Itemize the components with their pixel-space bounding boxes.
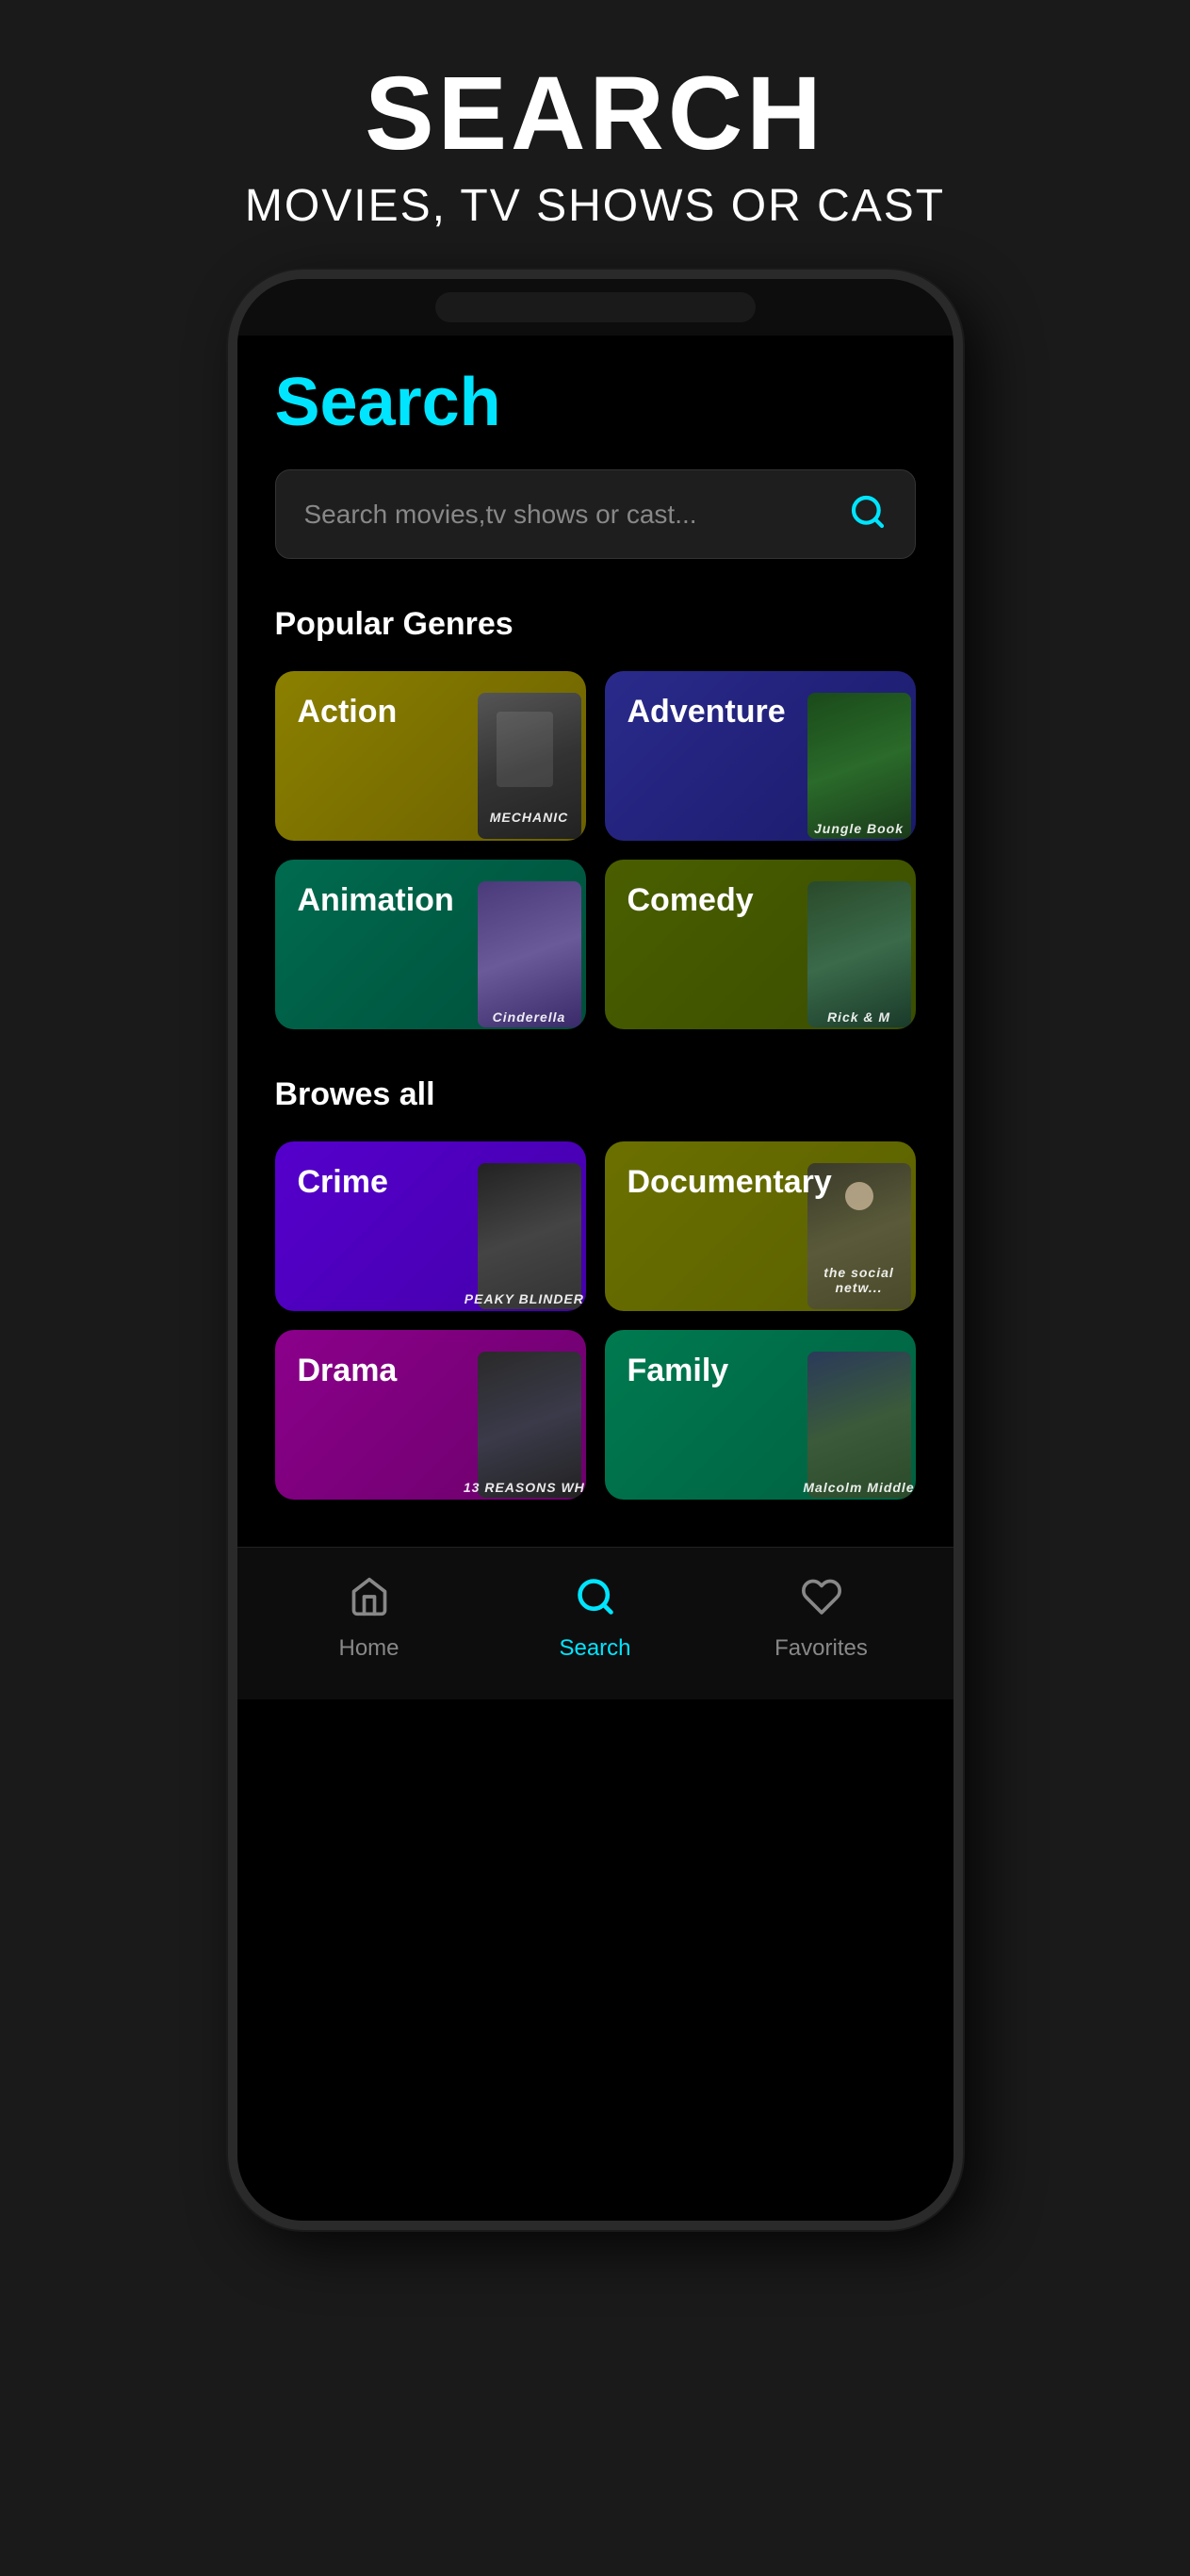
poster-ricknmorty: Rick & M bbox=[807, 881, 911, 1027]
genre-label-crime: Crime bbox=[298, 1164, 388, 1201]
genre-label-drama: Drama bbox=[298, 1353, 398, 1389]
genre-image-action: MECHANIC bbox=[464, 681, 586, 841]
promo-title: SEARCH bbox=[38, 57, 1152, 171]
browse-all-grid: Crime PEAKY BLINDERS Documentary the s bbox=[275, 1141, 916, 1500]
poster-drama: 13 REASONS WHY bbox=[478, 1352, 581, 1498]
search-input[interactable]: Search movies,tv shows or cast... bbox=[304, 500, 849, 530]
nav-label-home: Home bbox=[338, 1635, 399, 1662]
poster-peaky: PEAKY BLINDERS bbox=[478, 1163, 581, 1309]
nav-item-search[interactable]: Search bbox=[482, 1576, 709, 1662]
poster-mechanic: MECHANIC bbox=[478, 693, 581, 839]
genre-label-comedy: Comedy bbox=[628, 882, 754, 919]
genre-card-adventure[interactable]: Adventure Jungle Book bbox=[605, 671, 916, 841]
phone-screen: Search Search movies,tv shows or cast...… bbox=[237, 336, 954, 2221]
notch-bar bbox=[435, 292, 756, 322]
search-icon bbox=[849, 493, 887, 535]
phone-frame: Search Search movies,tv shows or cast...… bbox=[228, 270, 963, 2230]
home-icon bbox=[349, 1576, 390, 1628]
phone-wrapper: Search Search movies,tv shows or cast...… bbox=[228, 270, 963, 2576]
poster-cinderella: Cinderella bbox=[478, 881, 581, 1027]
poster-family-text: Malcolm Middle bbox=[793, 1480, 916, 1495]
search-bar[interactable]: Search movies,tv shows or cast... bbox=[275, 469, 916, 559]
genre-card-documentary[interactable]: Documentary the social netw... bbox=[605, 1141, 916, 1311]
genre-card-action[interactable]: Action MECHANIC bbox=[275, 671, 586, 841]
genre-label-action: Action bbox=[298, 694, 398, 730]
bottom-nav: Home Search bbox=[237, 1547, 954, 1699]
favorites-icon bbox=[801, 1576, 842, 1628]
poster-cinderella-text: Cinderella bbox=[464, 1009, 586, 1025]
poster-mechanic-text: MECHANIC bbox=[478, 810, 581, 825]
poster-peaky-text: PEAKY BLINDERS bbox=[464, 1291, 586, 1306]
genre-card-crime[interactable]: Crime PEAKY BLINDERS bbox=[275, 1141, 586, 1311]
poster-social-text: the social netw... bbox=[807, 1265, 911, 1295]
genre-card-family[interactable]: Family Malcolm Middle bbox=[605, 1330, 916, 1500]
poster-ricknmorty-text: Rick & M bbox=[793, 1009, 916, 1025]
page-title: Search bbox=[275, 364, 916, 441]
poster-drama-text: 13 REASONS WHY bbox=[464, 1480, 586, 1495]
phone-notch bbox=[237, 279, 954, 336]
nav-label-search: Search bbox=[559, 1635, 630, 1662]
genre-label-adventure: Adventure bbox=[628, 694, 786, 730]
volume-up-button bbox=[228, 468, 232, 524]
promo-header: SEARCH MOVIES, TV SHOWS OR CAST bbox=[0, 0, 1190, 270]
poster-family: Malcolm Middle bbox=[807, 1352, 911, 1498]
nav-item-home[interactable]: Home bbox=[256, 1576, 482, 1662]
phone-side-left bbox=[228, 468, 232, 609]
screen-content: Search Search movies,tv shows or cast...… bbox=[237, 336, 954, 1500]
genre-image-animation: Cinderella bbox=[464, 869, 586, 1029]
volume-down-button bbox=[228, 552, 232, 609]
genre-image-adventure: Jungle Book bbox=[793, 681, 916, 841]
promo-subtitle: MOVIES, TV SHOWS OR CAST bbox=[38, 180, 1152, 232]
popular-genres-grid: Action MECHANIC Adventure Jungle Book bbox=[275, 671, 916, 1029]
poster-jungle: Jungle Book bbox=[807, 693, 911, 839]
genre-label-animation: Animation bbox=[298, 882, 454, 919]
genre-image-crime: PEAKY BLINDERS bbox=[464, 1151, 586, 1311]
power-button bbox=[959, 515, 963, 609]
phone-side-right bbox=[959, 515, 963, 609]
search-nav-icon bbox=[575, 1576, 616, 1628]
browse-all-title: Browes all bbox=[275, 1076, 916, 1113]
nav-item-favorites[interactable]: Favorites bbox=[709, 1576, 935, 1662]
genre-card-drama[interactable]: Drama 13 REASONS WHY bbox=[275, 1330, 586, 1500]
genre-card-animation[interactable]: Animation Cinderella bbox=[275, 860, 586, 1029]
poster-jungle-text: Jungle Book bbox=[793, 821, 916, 836]
popular-genres-title: Popular Genres bbox=[275, 606, 916, 643]
genre-label-documentary: Documentary bbox=[628, 1164, 832, 1201]
genre-card-comedy[interactable]: Comedy Rick & M bbox=[605, 860, 916, 1029]
genre-image-comedy: Rick & M bbox=[793, 869, 916, 1029]
nav-label-favorites: Favorites bbox=[774, 1635, 868, 1662]
genre-label-family: Family bbox=[628, 1353, 729, 1389]
genre-image-family: Malcolm Middle bbox=[793, 1339, 916, 1500]
genre-image-drama: 13 REASONS WHY bbox=[464, 1339, 586, 1500]
